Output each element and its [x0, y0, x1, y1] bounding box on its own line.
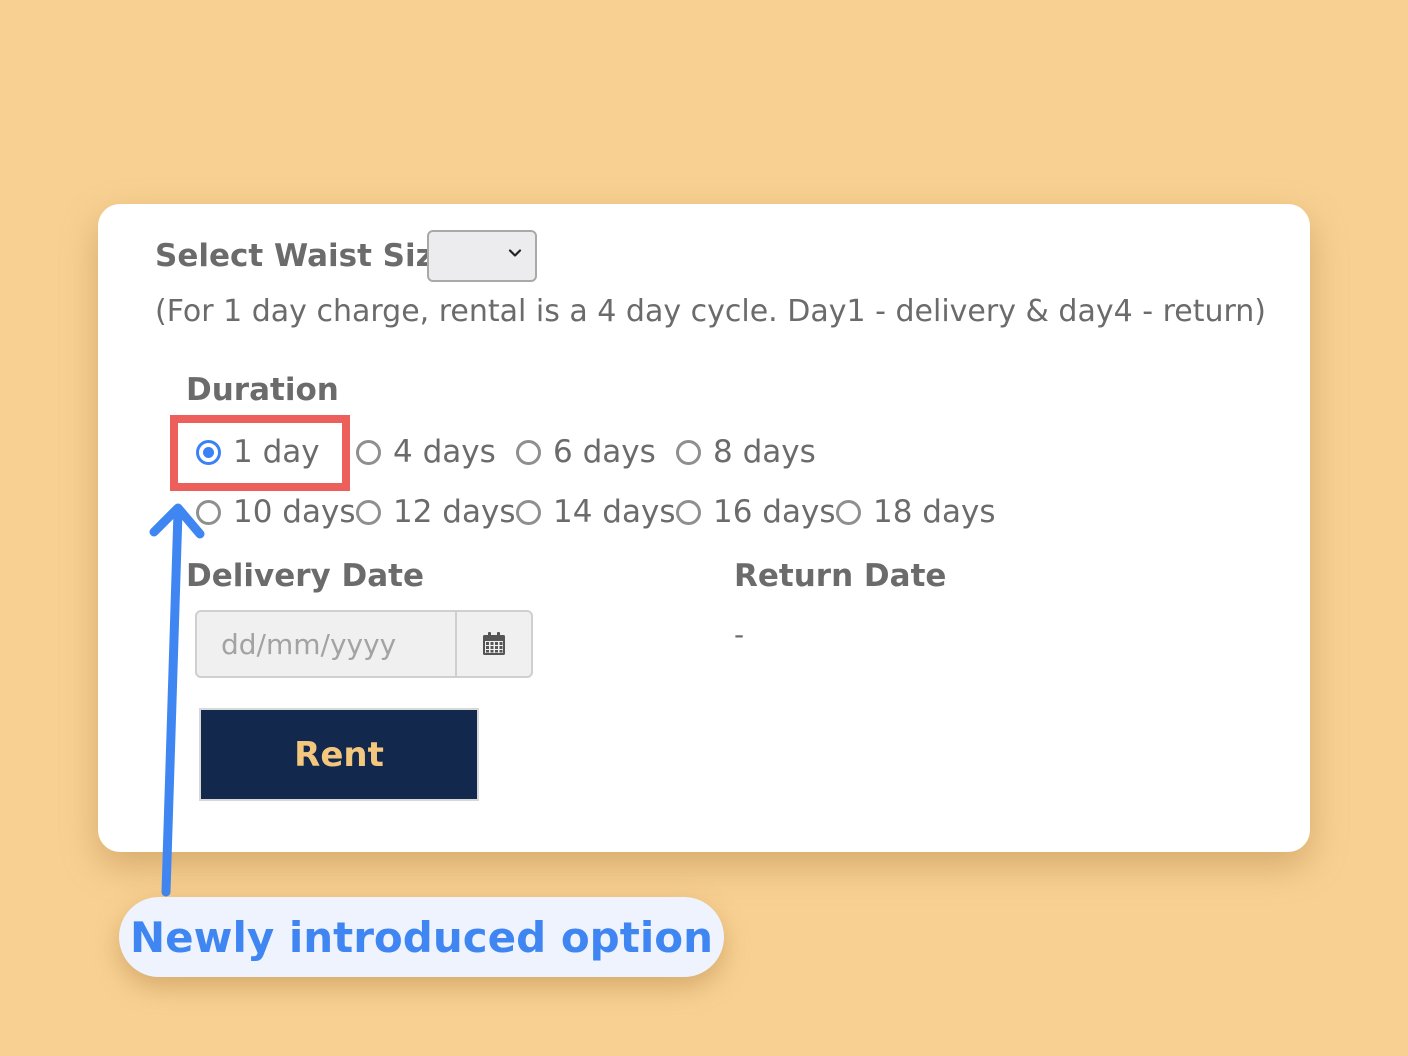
radio-button[interactable]: [676, 439, 701, 465]
calendar-icon: [483, 632, 505, 655]
radio-button[interactable]: [516, 499, 541, 525]
delivery-date-input[interactable]: dd/mm/yyyy: [195, 610, 533, 678]
duration-option-6-days[interactable]: 6 days: [516, 432, 656, 472]
radio-button[interactable]: [196, 499, 221, 525]
rental-cycle-note: (For 1 day charge, rental is a 4 day cyc…: [155, 294, 1267, 329]
duration-option-18-days[interactable]: 18 days: [836, 492, 995, 532]
chevron-down-icon: [508, 249, 522, 257]
duration-option-16-days[interactable]: 16 days: [676, 492, 835, 532]
duration-option-label: 8 days: [713, 434, 816, 470]
duration-option-label: 16 days: [713, 494, 836, 530]
return-date-label: Return Date: [734, 558, 947, 594]
duration-option-14-days[interactable]: 14 days: [516, 492, 675, 532]
radio-button[interactable]: [676, 499, 701, 525]
waist-size-select[interactable]: [427, 230, 537, 282]
duration-option-4-days[interactable]: 4 days: [356, 432, 496, 472]
radio-button[interactable]: [836, 499, 861, 525]
new-option-highlight: [170, 415, 350, 491]
delivery-date-field[interactable]: dd/mm/yyyy: [197, 612, 455, 676]
duration-option-12-days[interactable]: 12 days: [356, 492, 515, 532]
radio-button[interactable]: [356, 499, 381, 525]
waist-size-label: Select Waist Size: [155, 238, 455, 274]
radio-button[interactable]: [516, 439, 541, 465]
duration-option-label: 4 days: [393, 434, 496, 470]
return-date-value: -: [734, 618, 745, 651]
duration-option-8-days[interactable]: 8 days: [676, 432, 816, 472]
annotation-callout: Newly introduced option: [119, 897, 724, 977]
delivery-date-label: Delivery Date: [186, 558, 425, 594]
duration-option-label: 10 days: [233, 494, 356, 530]
duration-option-label: 6 days: [553, 434, 656, 470]
duration-option-label: 12 days: [393, 494, 516, 530]
duration-option-10-days[interactable]: 10 days: [196, 492, 355, 532]
duration-label: Duration: [186, 372, 339, 408]
radio-button[interactable]: [356, 439, 381, 465]
duration-option-label: 18 days: [873, 494, 996, 530]
rent-button[interactable]: Rent: [199, 708, 479, 801]
duration-option-label: 14 days: [553, 494, 676, 530]
calendar-button[interactable]: [455, 612, 531, 676]
